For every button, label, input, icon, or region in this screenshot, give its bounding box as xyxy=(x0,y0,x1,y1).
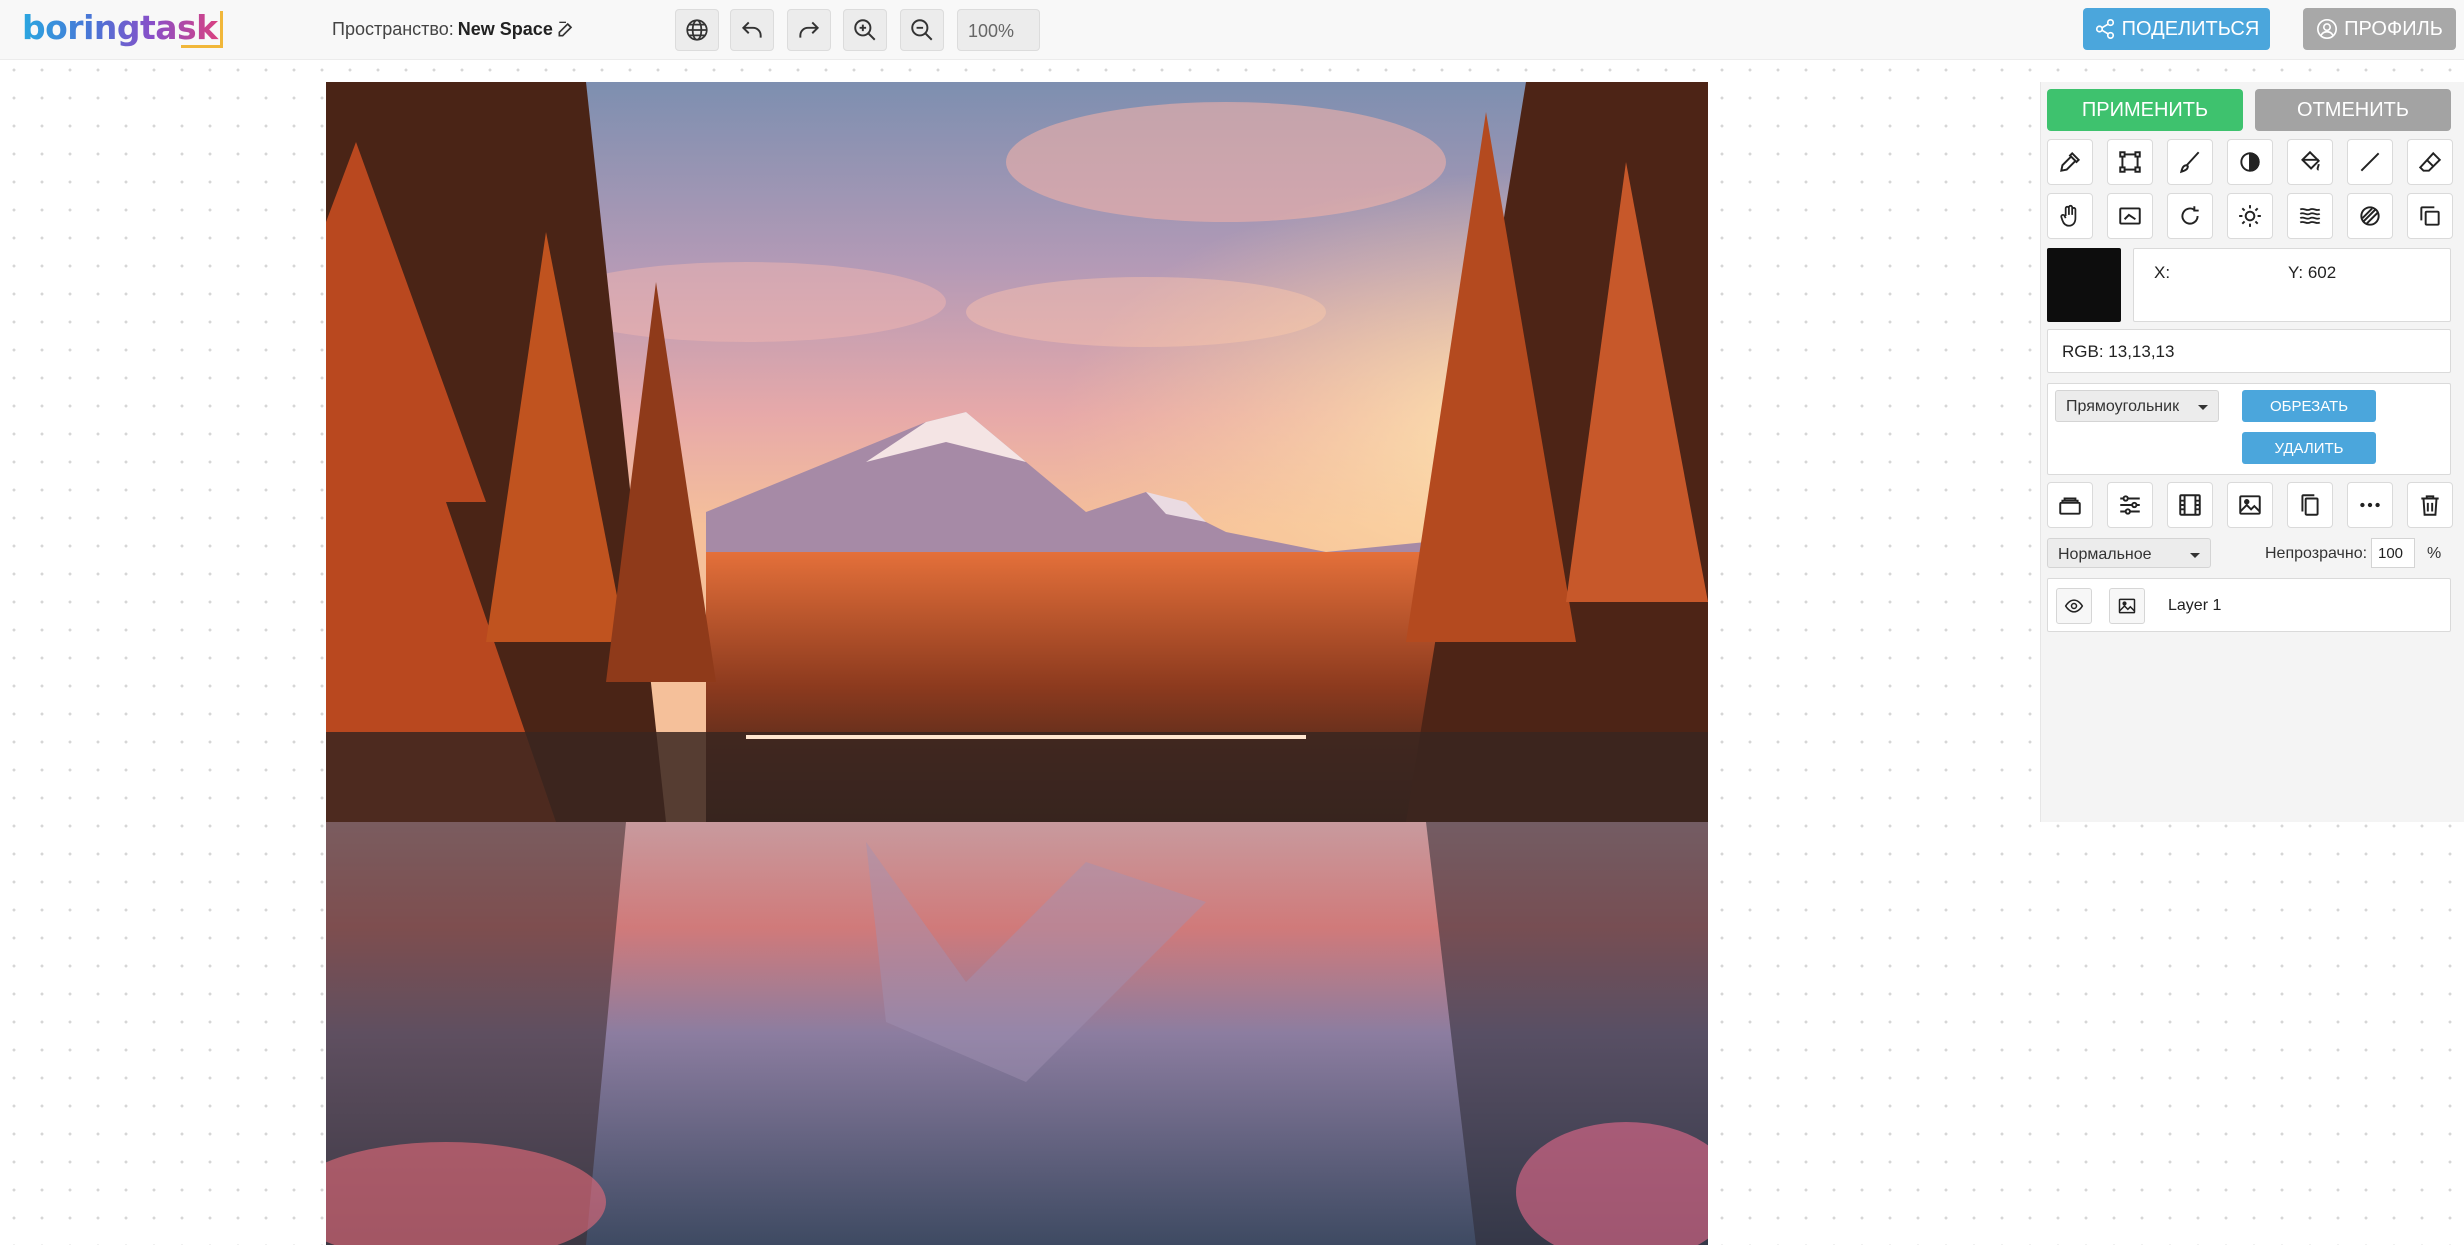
zoom-level-field[interactable]: 100% xyxy=(957,9,1040,51)
chevron-down-icon xyxy=(2190,553,2200,558)
chevron-down-icon xyxy=(2198,405,2208,410)
zoom-in-icon xyxy=(854,19,876,41)
copy-layer-button[interactable] xyxy=(2287,482,2333,528)
shape-select-value: Прямоугольник xyxy=(2066,398,2180,415)
trash-icon xyxy=(2421,495,2439,516)
blur-tool[interactable] xyxy=(2287,193,2333,239)
x-coordinate: X: xyxy=(2154,263,2171,282)
redo-button[interactable] xyxy=(787,9,831,51)
contrast-tool[interactable] xyxy=(2227,139,2273,185)
cancel-button[interactable]: ОТМЕНИТЬ xyxy=(2255,89,2451,131)
canvas-image[interactable] xyxy=(326,82,1708,1245)
frame-icon xyxy=(2119,207,2141,225)
logo-frame xyxy=(181,11,223,48)
profile-button[interactable]: ПРОФИЛЬ xyxy=(2303,8,2456,50)
layers-button[interactable] xyxy=(2047,482,2093,528)
line-icon xyxy=(2360,152,2380,172)
brush-icon xyxy=(2179,151,2200,174)
blend-mode-select[interactable]: Нормальное xyxy=(2047,538,2211,568)
hand-tool[interactable] xyxy=(2047,193,2093,239)
crop-tool[interactable] xyxy=(2107,139,2153,185)
adjustments-button[interactable] xyxy=(2107,482,2153,528)
delete-layer-button[interactable] xyxy=(2407,482,2453,528)
line-tool[interactable] xyxy=(2347,139,2393,185)
layer-name: Layer 1 xyxy=(2168,597,2222,614)
color-swatch[interactable] xyxy=(2047,248,2121,322)
eraser-icon xyxy=(2418,151,2442,172)
layer-thumbnail[interactable] xyxy=(2109,588,2145,624)
blur-icon xyxy=(2299,208,2321,224)
add-image-button[interactable] xyxy=(2227,482,2273,528)
undo-icon xyxy=(741,21,762,38)
more-icon xyxy=(2360,502,2380,508)
rgb-value: RGB: 13,13,13 xyxy=(2047,329,2451,373)
eyedropper-icon xyxy=(2060,151,2081,172)
eye-icon xyxy=(2064,599,2084,613)
paint-bucket-tool[interactable] xyxy=(2287,139,2333,185)
gradient-tool[interactable] xyxy=(2347,193,2393,239)
frame-tool[interactable] xyxy=(2107,193,2153,239)
contrast-icon xyxy=(2240,152,2260,172)
sliders-icon xyxy=(2120,495,2140,515)
rotate-tool[interactable] xyxy=(2167,193,2213,239)
hand-icon xyxy=(2060,204,2077,227)
image-icon xyxy=(2239,495,2261,515)
film-icon xyxy=(2179,494,2201,516)
blend-mode-value: Нормальное xyxy=(2058,546,2152,563)
opacity-input[interactable]: 100 xyxy=(2371,538,2415,568)
crop-icon xyxy=(2119,151,2141,173)
globe-button[interactable] xyxy=(675,9,719,51)
duplicate-tool[interactable] xyxy=(2407,193,2453,239)
crop-options: Прямоугольник ОБРЕЗАТЬ УДАЛИТЬ xyxy=(2047,383,2451,475)
image-icon xyxy=(2118,598,2136,614)
paint-bucket-icon xyxy=(2301,150,2321,171)
share-label: ПОДЕЛИТЬСЯ xyxy=(2121,17,2260,40)
film-button[interactable] xyxy=(2167,482,2213,528)
profile-label: ПРОФИЛЬ xyxy=(2344,17,2443,40)
tools-panel: ПРИМЕНИТЬ ОТМЕНИТЬ X: Y: 602 RGB: 13,13,… xyxy=(2040,82,2464,822)
delete-selection-button[interactable]: УДАЛИТЬ xyxy=(2242,432,2376,464)
layers-icon xyxy=(2059,497,2081,515)
crop-button[interactable]: ОБРЕЗАТЬ xyxy=(2242,390,2376,422)
redo-icon xyxy=(799,21,820,38)
share-button[interactable]: ПОДЕЛИТЬСЯ xyxy=(2083,8,2270,50)
edit-icon[interactable] xyxy=(556,19,576,39)
zoom-in-button[interactable] xyxy=(843,9,887,51)
brightness-tool[interactable] xyxy=(2227,193,2273,239)
landscape-image xyxy=(326,82,1708,1245)
more-button[interactable] xyxy=(2347,482,2393,528)
brush-tool[interactable] xyxy=(2167,139,2213,185)
coordinates-box: X: Y: 602 xyxy=(2133,248,2451,322)
gradient-icon xyxy=(2360,206,2380,226)
space-title: Пространство: New Space xyxy=(332,19,553,40)
shape-select[interactable]: Прямоугольник xyxy=(2055,390,2219,422)
opacity-unit: % xyxy=(2427,545,2442,562)
copy-icon xyxy=(2301,494,2319,516)
apply-button[interactable]: ПРИМЕНИТЬ xyxy=(2047,89,2243,131)
layer-visibility-button[interactable] xyxy=(2056,588,2092,624)
zoom-out-icon xyxy=(911,19,933,41)
opacity-label: Непрозрачно: xyxy=(2265,545,2368,562)
duplicate-icon xyxy=(2420,206,2440,226)
share-icon xyxy=(2095,19,2114,39)
user-icon xyxy=(2317,19,2338,39)
rotate-icon xyxy=(2181,206,2199,225)
eraser-tool[interactable] xyxy=(2407,139,2453,185)
top-header: boringtask Пространство:New Space 100% xyxy=(0,0,2464,60)
space-label: Пространство: xyxy=(332,19,454,39)
layer-item[interactable]: Layer 1 xyxy=(2047,578,2451,632)
undo-button[interactable] xyxy=(730,9,774,51)
globe-icon xyxy=(686,19,708,41)
zoom-out-button[interactable] xyxy=(900,9,944,51)
space-name: New Space xyxy=(457,19,553,39)
y-coordinate: Y: 602 xyxy=(2288,263,2337,282)
eyedropper-tool[interactable] xyxy=(2047,139,2093,185)
brightness-icon xyxy=(2239,205,2261,227)
